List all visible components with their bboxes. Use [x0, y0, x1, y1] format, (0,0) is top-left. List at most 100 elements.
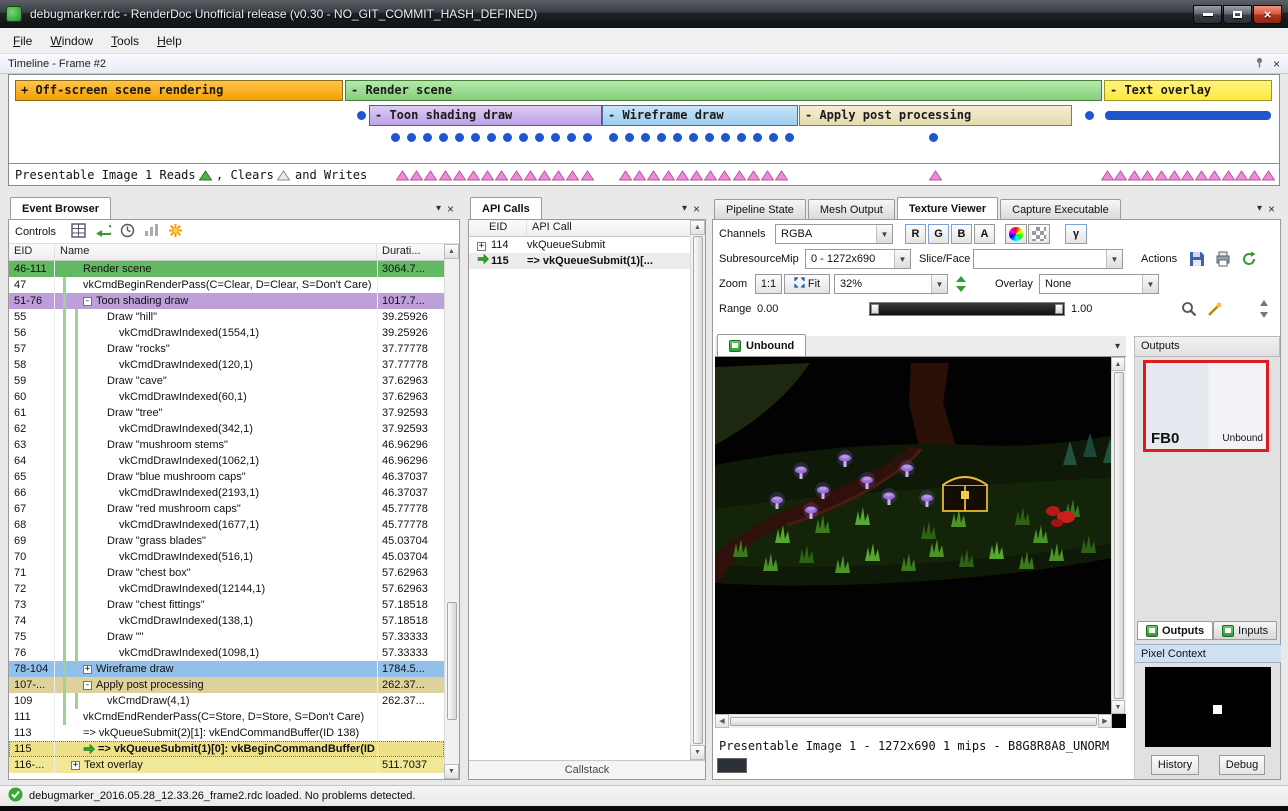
- event-row[interactable]: 56vkCmdDrawIndexed(1554,1)39.25926: [9, 325, 444, 341]
- event-row[interactable]: 51-76-Toon shading draw1017.7...: [9, 293, 444, 309]
- draw-dot[interactable]: [551, 133, 560, 142]
- event-row[interactable]: 107-...-Apply post processing262.37...: [9, 677, 444, 693]
- scroll-down-icon[interactable]: ▼: [690, 745, 705, 760]
- usage-marker[interactable]: [396, 170, 409, 181]
- draw-dot[interactable]: [357, 111, 366, 120]
- usage-marker[interactable]: [581, 170, 594, 181]
- event-row[interactable]: 71Draw "chest box"57.62963: [9, 565, 444, 581]
- usage-marker[interactable]: [439, 170, 452, 181]
- event-row[interactable]: 61Draw "tree"37.92593: [9, 405, 444, 421]
- event-row[interactable]: 70vkCmdDrawIndexed(516,1)45.03704: [9, 549, 444, 565]
- save-icon[interactable]: [1187, 249, 1207, 269]
- event-row[interactable]: 109vkCmdDraw(4,1)262.37...: [9, 693, 444, 709]
- usage-marker[interactable]: [676, 170, 689, 181]
- find-icon[interactable]: [71, 223, 86, 241]
- range-handle-white[interactable]: [1055, 304, 1063, 314]
- expander-icon[interactable]: -: [83, 681, 92, 690]
- export-icon[interactable]: [1213, 249, 1233, 269]
- usage-marker[interactable]: [1208, 170, 1221, 181]
- draw-dot[interactable]: [657, 133, 666, 142]
- usage-marker[interactable]: [538, 170, 551, 181]
- usage-marker[interactable]: [929, 170, 942, 181]
- scroll-thumb[interactable]: [693, 236, 703, 744]
- usage-marker[interactable]: [1248, 170, 1261, 181]
- event-row[interactable]: 67Draw "red mushroom caps"45.77778: [9, 501, 444, 517]
- zoom-1to1-button[interactable]: 1:1: [755, 274, 782, 294]
- scroll-down-icon[interactable]: ▼: [444, 764, 459, 779]
- event-row[interactable]: 115=> vkQueueSubmit(1)[0]: vkBeginComman…: [9, 741, 444, 757]
- usage-marker[interactable]: [524, 170, 537, 181]
- usage-marker[interactable]: [1181, 170, 1194, 181]
- debug-button[interactable]: Debug: [1219, 755, 1265, 775]
- draw-dot[interactable]: [721, 133, 730, 142]
- pixel-context-view[interactable]: [1145, 667, 1271, 747]
- range-handle-black[interactable]: [871, 304, 879, 314]
- zoom-fit-button[interactable]: Fit: [784, 274, 830, 294]
- usage-marker[interactable]: [775, 170, 788, 181]
- usage-marker[interactable]: [424, 170, 437, 181]
- draw-dot[interactable]: [503, 133, 512, 142]
- event-row[interactable]: 66vkCmdDrawIndexed(2193,1)46.37037: [9, 485, 444, 501]
- event-browser-scrollbar[interactable]: ▲ ▼: [444, 244, 459, 779]
- draw-dot[interactable]: [625, 133, 634, 142]
- usage-marker[interactable]: [1222, 170, 1235, 181]
- event-row[interactable]: 73Draw "chest fittings"57.18518: [9, 597, 444, 613]
- tab-event-browser[interactable]: Event Browser: [10, 197, 111, 219]
- range-slider[interactable]: [869, 302, 1065, 316]
- event-row[interactable]: 65Draw "blue mushroom caps"46.37037: [9, 469, 444, 485]
- usage-marker[interactable]: [747, 170, 760, 181]
- overlay-select[interactable]: None▼: [1039, 274, 1159, 294]
- event-row[interactable]: 57Draw "rocks"37.77778: [9, 341, 444, 357]
- texture-viewport[interactable]: ▲ ▼ ◀ ▶: [715, 357, 1126, 728]
- channel-a-button[interactable]: A: [974, 224, 995, 244]
- flip-y-icon[interactable]: [953, 274, 969, 294]
- usage-marker[interactable]: [1168, 170, 1181, 181]
- event-row[interactable]: 46-111Render scene3064.7...: [9, 261, 444, 277]
- event-row[interactable]: 76vkCmdDrawIndexed(1098,1)57.33333: [9, 645, 444, 661]
- draw-dot[interactable]: [423, 133, 432, 142]
- event-row[interactable]: 72vkCmdDrawIndexed(12144,1)57.62963: [9, 581, 444, 597]
- timeline-marker[interactable]: - Text overlay: [1104, 80, 1272, 101]
- callstack-bar[interactable]: Callstack: [469, 760, 705, 779]
- event-row[interactable]: 55Draw "hill"39.25926: [9, 309, 444, 325]
- expander-icon[interactable]: +: [83, 665, 92, 674]
- draw-dot[interactable]: [487, 133, 496, 142]
- event-row[interactable]: 111vkCmdEndRenderPass(C=Store, D=Store, …: [9, 709, 444, 725]
- draw-dot[interactable]: [519, 133, 528, 142]
- chevron-down-icon[interactable]: ▾: [436, 204, 441, 214]
- menu-item-file[interactable]: File: [4, 31, 41, 51]
- texture-image[interactable]: [715, 357, 1126, 728]
- event-row[interactable]: 47vkCmdBeginRenderPass(C=Clear, D=Clear,…: [9, 277, 444, 293]
- tab-pipeline-state[interactable]: Pipeline State: [714, 199, 806, 219]
- channel-r-button[interactable]: R: [905, 224, 926, 244]
- tab-outputs[interactable]: Outputs: [1137, 621, 1213, 640]
- draw-dot[interactable]: [439, 133, 448, 142]
- time-durations-icon[interactable]: [120, 223, 135, 241]
- texture-list-chevron-icon[interactable]: ▾: [1115, 341, 1120, 352]
- usage-marker[interactable]: [1114, 170, 1127, 181]
- usage-marker[interactable]: [1235, 170, 1248, 181]
- zoom-range-icon[interactable]: [1179, 299, 1199, 319]
- usage-marker[interactable]: [510, 170, 523, 181]
- close-icon[interactable]: ×: [1268, 203, 1275, 215]
- draw-dot[interactable]: [1085, 111, 1094, 120]
- usage-marker[interactable]: [410, 170, 423, 181]
- scroll-thumb[interactable]: [447, 602, 457, 720]
- fb0-thumbnail[interactable]: FB0 Unbound: [1143, 360, 1269, 452]
- event-row[interactable]: 74vkCmdDrawIndexed(138,1)57.18518: [9, 613, 444, 629]
- maximize-button[interactable]: [1223, 5, 1252, 24]
- history-button[interactable]: History: [1151, 755, 1199, 775]
- scroll-up-icon[interactable]: ▲: [690, 220, 705, 235]
- timeline-track[interactable]: + Off-screen scene rendering- Render sce…: [8, 74, 1280, 163]
- scroll-thumb[interactable]: [730, 717, 1097, 726]
- event-row[interactable]: 62vkCmdDrawIndexed(342,1)37.92593: [9, 421, 444, 437]
- channel-g-button[interactable]: G: [928, 224, 949, 244]
- event-row[interactable]: 64vkCmdDrawIndexed(1062,1)46.96296: [9, 453, 444, 469]
- usage-marker[interactable]: [647, 170, 660, 181]
- timeline-marker[interactable]: - Apply post processing: [799, 105, 1072, 126]
- event-row[interactable]: 116-...+Text overlay511.7037: [9, 757, 444, 773]
- timeline-marker[interactable]: + Off-screen scene rendering: [15, 80, 343, 101]
- scroll-thumb[interactable]: [1114, 372, 1124, 699]
- draw-dot[interactable]: [753, 133, 762, 142]
- draw-dot[interactable]: [535, 133, 544, 142]
